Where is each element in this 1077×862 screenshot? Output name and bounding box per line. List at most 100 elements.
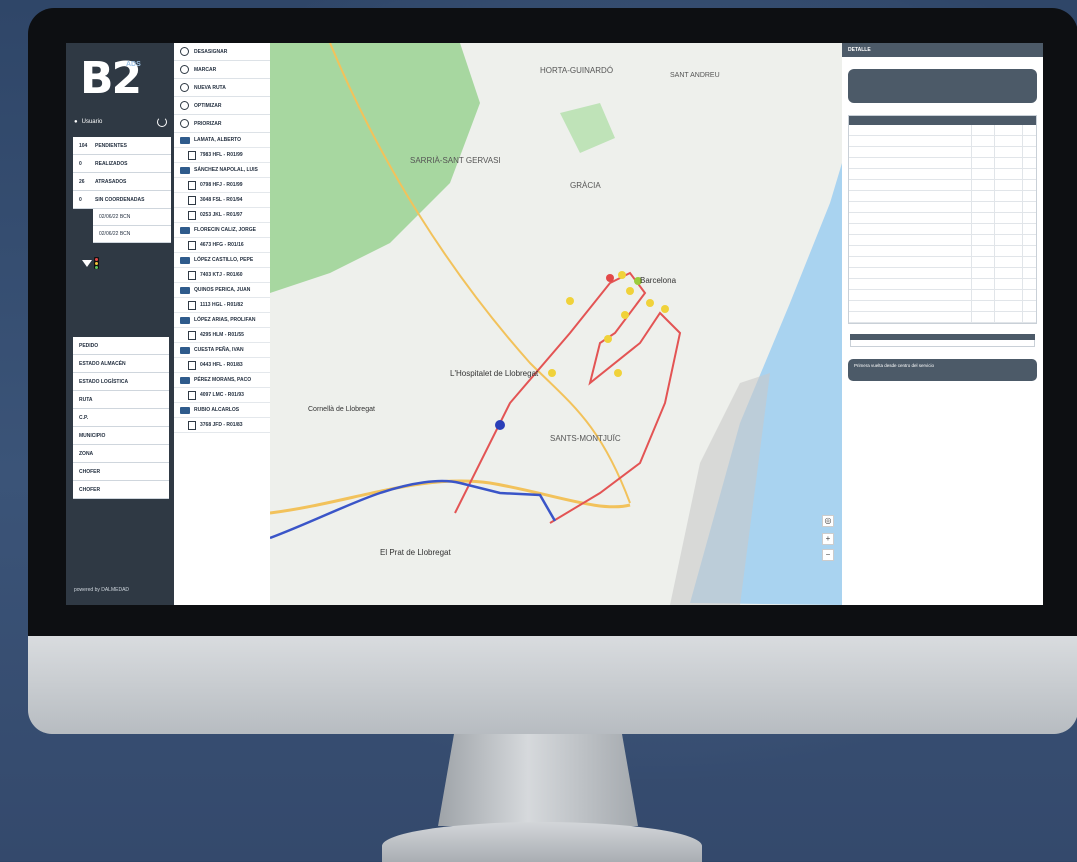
map-marker[interactable] <box>661 305 669 313</box>
document-icon <box>188 300 196 310</box>
zoom-out-button[interactable]: − <box>822 549 834 561</box>
new-route-button[interactable]: NUEVA RUTA <box>174 79 270 97</box>
power-icon[interactable] <box>157 117 167 127</box>
document-icon <box>188 270 196 280</box>
driver-name: QUINOS PERICA, JUAN <box>194 287 251 293</box>
driver-row[interactable]: QUINOS PERICA, JUAN <box>174 283 270 298</box>
vehicle-row[interactable]: 0253 JKL - R01/97 <box>174 208 270 223</box>
driver-row[interactable]: PÉREZ MORANS, PACO <box>174 373 270 388</box>
filter-pending[interactable]: 104 PENDIENTES <box>73 137 171 155</box>
table-cell <box>995 213 1023 223</box>
group-driver-button[interactable]: CHOFER <box>73 463 169 481</box>
driver-row[interactable]: FLORECIN CALIZ, JORGE <box>174 223 270 238</box>
truck-icon <box>180 136 190 144</box>
group-zip-button[interactable]: C.P. <box>73 409 169 427</box>
table-cell <box>849 180 972 190</box>
driver-row[interactable]: CUESTA PEÑA, IVAN <box>174 343 270 358</box>
vehicle-row[interactable]: 0798 HFJ - R01/99 <box>174 178 270 193</box>
table-row <box>849 180 1036 191</box>
table-cell <box>849 125 972 135</box>
vehicle-row[interactable]: 7983 HFL - R01/99 <box>174 148 270 163</box>
driver-row[interactable]: LAMATA, ALBERTO <box>174 133 270 148</box>
table-cell <box>849 235 972 245</box>
map-marker[interactable] <box>548 369 556 377</box>
pin-icon <box>180 47 189 56</box>
table-row <box>849 279 1036 290</box>
mark-button[interactable]: MARCAR <box>174 61 270 79</box>
map-marker[interactable] <box>604 335 612 343</box>
filter-no-coords[interactable]: 0 SIN COORDENADAS <box>73 191 171 209</box>
prioritize-button[interactable]: PRIORIZAR <box>174 115 270 133</box>
monitor-chin <box>28 636 1077 734</box>
filter-done[interactable]: 0 REALIZADOS <box>73 155 171 173</box>
truck-icon <box>180 406 190 414</box>
vehicle-row[interactable]: 4295 HLM - R01/55 <box>174 328 270 343</box>
group-logistics-button[interactable]: ESTADO LOGÍSTICA <box>73 373 169 391</box>
truck-icon <box>180 346 190 354</box>
group-warehouse-button[interactable]: ESTADO ALMACÉN <box>73 355 169 373</box>
driver-name: RUBIO ALCARLOS <box>194 407 240 413</box>
map-marker[interactable] <box>626 287 634 295</box>
map-marker[interactable] <box>614 369 622 377</box>
lock-icon <box>180 119 189 128</box>
vehicle-row[interactable]: 4097 LMC - R01/93 <box>174 388 270 403</box>
user-icon: ● <box>74 119 78 125</box>
driver-name: LÓPEZ ARIAS, PROLIFAN <box>194 317 256 323</box>
driver-row[interactable]: SÁNCHEZ NAPOLAL, LUIS <box>174 163 270 178</box>
vehicle-row[interactable]: 3768 JFD - R01/83 <box>174 418 270 433</box>
driver-row[interactable]: LÓPEZ CASTILLO, PEPE <box>174 253 270 268</box>
truck-icon <box>180 166 190 174</box>
filter-late[interactable]: 26 ATRASADOS <box>73 173 171 191</box>
table-row <box>849 268 1036 279</box>
map-location-button[interactable]: ◎ <box>822 515 834 527</box>
traffic-light-icon[interactable] <box>94 257 99 269</box>
group-municipality-button[interactable]: MUNICIPIO <box>73 427 169 445</box>
group-order-button[interactable]: PEDIDO <box>73 337 169 355</box>
map-marker[interactable] <box>646 299 654 307</box>
user-label[interactable]: ● Usuario <box>74 119 102 125</box>
document-icon <box>188 180 196 190</box>
driver-name: CUESTA PEÑA, IVAN <box>194 347 244 353</box>
map-view[interactable]: HORTA-GUINARDÓ SANT ANDREU SARRIÀ-SANT G… <box>270 43 842 605</box>
table-row <box>849 246 1036 257</box>
map-label: L'Hospitalet de Llobregat <box>450 369 539 378</box>
map-marker-blue[interactable] <box>495 420 505 430</box>
vehicle-row[interactable]: 7403 KTJ - R01/60 <box>174 268 270 283</box>
table-cell <box>972 301 995 311</box>
order-info-card <box>848 69 1037 103</box>
table-cell <box>995 279 1023 289</box>
map-label: SANT ANDREU <box>670 72 720 79</box>
funnel-icon[interactable] <box>82 260 92 267</box>
table-row <box>849 290 1036 301</box>
zoom-in-button[interactable]: + <box>822 533 834 545</box>
document-icon <box>188 210 196 220</box>
group-route-button[interactable]: RUTA <box>73 391 169 409</box>
table-cell <box>849 268 972 278</box>
vehicle-row[interactable]: 4673 HFG - R01/16 <box>174 238 270 253</box>
vehicle-row[interactable]: 3048 FSL - R01/94 <box>174 193 270 208</box>
group-driver-button-2[interactable]: CHOFER <box>73 481 169 499</box>
map-canvas: HORTA-GUINARDÓ SANT ANDREU SARRIÀ-SANT G… <box>270 43 842 605</box>
vehicle-row[interactable]: 1113 HGL - R01/82 <box>174 298 270 313</box>
driver-row[interactable]: RUBIO ALCARLOS <box>174 403 270 418</box>
map-label: El Prat de Llobregat <box>380 548 451 557</box>
map-marker[interactable] <box>618 271 626 279</box>
table-cell <box>972 169 995 179</box>
date-filter-row[interactable]: 02/06/22 BCN <box>93 226 171 243</box>
unassign-button[interactable]: DESASIGNAR <box>174 43 270 61</box>
table-cell <box>849 202 972 212</box>
date-filter-row[interactable]: 02/06/22 BCN <box>93 209 171 226</box>
app-screen: B2 ADS ● Usuario 104 PENDIENTES 0 REALIZAD… <box>66 43 1043 605</box>
map-label: SARRIÀ-SANT GERVASI <box>410 156 501 165</box>
map-marker[interactable] <box>566 297 574 305</box>
monitor-stand-foot <box>382 822 702 862</box>
optimize-button[interactable]: OPTIMIZAR <box>174 97 270 115</box>
group-zone-button[interactable]: ZONA <box>73 445 169 463</box>
status-filters: 104 PENDIENTES 0 REALIZADOS 26 ATRASADOS 0S… <box>73 137 171 243</box>
table-row <box>849 147 1036 158</box>
vehicle-row[interactable]: 0443 HFL - R01/83 <box>174 358 270 373</box>
map-marker[interactable] <box>621 311 629 319</box>
map-marker[interactable] <box>606 274 614 282</box>
driver-row[interactable]: LÓPEZ ARIAS, PROLIFAN <box>174 313 270 328</box>
table-cell <box>972 147 995 157</box>
